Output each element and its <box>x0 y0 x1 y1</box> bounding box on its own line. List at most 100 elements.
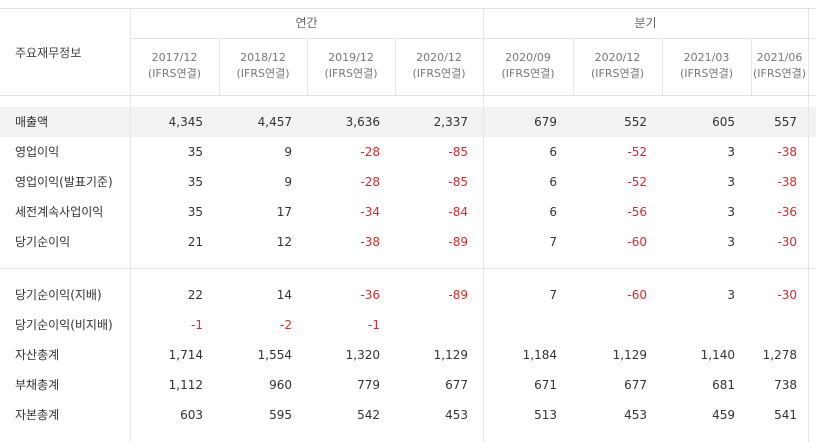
value-cell: 542 <box>357 408 380 422</box>
value-cell: 960 <box>269 378 292 392</box>
value-cell: -36 <box>777 205 797 219</box>
value-cell: -38 <box>360 235 380 249</box>
period-header: 2019/12 (IFRS연결) <box>307 50 395 82</box>
value-cell: 1,184 <box>522 348 557 362</box>
value-cell: 677 <box>445 378 468 392</box>
value-cell: 1,554 <box>257 348 292 362</box>
period-header: 2021/06 (IFRS연결) <box>751 50 808 82</box>
value-cell: 2,337 <box>433 115 468 129</box>
value-cell: 513 <box>534 408 557 422</box>
period-basis: (IFRS연결) <box>501 67 555 80</box>
value-cell: 671 <box>534 378 557 392</box>
value-cell: 6 <box>549 145 557 159</box>
value-cell: 35 <box>187 205 203 219</box>
period-date: 2019/12 <box>328 51 374 64</box>
value-cell: -89 <box>448 288 468 302</box>
value-cell: 679 <box>534 115 557 129</box>
header-divider <box>130 38 816 39</box>
value-cell: 595 <box>269 408 292 422</box>
period-header: 2021/03 (IFRS연결) <box>662 50 751 82</box>
value-cell: 453 <box>624 408 647 422</box>
value-cell: -52 <box>627 145 647 159</box>
value-cell: -89 <box>448 235 468 249</box>
row-label: 자산총계 <box>15 348 60 362</box>
value-cell: 779 <box>357 378 380 392</box>
value-cell: 1,129 <box>612 348 647 362</box>
value-cell: -30 <box>777 288 797 302</box>
period-date: 2020/12 <box>416 51 462 64</box>
group-header-quarter: 분기 <box>634 16 657 30</box>
value-cell: 22 <box>187 288 203 302</box>
row-label: 당기순이익 <box>15 235 71 249</box>
value-cell: -2 <box>280 318 292 332</box>
value-cell: 557 <box>774 115 797 129</box>
period-date: 2020/12 <box>594 51 641 64</box>
period-header: 2020/09 (IFRS연결) <box>483 50 573 82</box>
value-cell: -84 <box>448 205 468 219</box>
row-label: 영업이익 <box>15 145 60 159</box>
period-date: 2017/12 <box>151 51 198 64</box>
row-label: 매출액 <box>15 115 49 129</box>
row-divider <box>0 8 816 9</box>
value-cell: -1 <box>368 318 380 332</box>
period-header: 2017/12 (IFRS연결) <box>130 50 219 82</box>
period-basis: (IFRS연결) <box>324 67 378 80</box>
period-basis: (IFRS연결) <box>236 67 290 80</box>
value-cell: 7 <box>549 235 557 249</box>
value-cell: -28 <box>360 145 380 159</box>
value-cell: -60 <box>627 288 647 302</box>
period-basis: (IFRS연결) <box>590 67 645 80</box>
value-cell: 603 <box>180 408 203 422</box>
value-cell: -56 <box>627 205 647 219</box>
row-label: 당기순이익(지배) <box>15 288 102 302</box>
value-cell: -28 <box>360 175 380 189</box>
value-cell: 21 <box>187 235 203 249</box>
row-label: 부채총계 <box>15 378 60 392</box>
row-divider <box>0 95 816 96</box>
period-header: 2018/12 (IFRS연결) <box>219 50 307 82</box>
period-date: 2021/03 <box>683 51 730 64</box>
value-cell: 6 <box>549 175 557 189</box>
value-cell: 35 <box>187 145 203 159</box>
period-date: 2020/09 <box>505 51 551 64</box>
value-cell: 738 <box>774 378 797 392</box>
value-cell: 541 <box>774 408 797 422</box>
column-divider <box>808 8 809 442</box>
value-cell: 1,714 <box>168 348 203 362</box>
value-cell: 677 <box>624 378 647 392</box>
row-label: 자본총계 <box>15 408 60 422</box>
corner-label: 주요재무정보 <box>15 46 82 60</box>
period-basis: (IFRS연결) <box>412 67 466 80</box>
value-cell: -34 <box>360 205 380 219</box>
period-header: 2020/12 (IFRS연결) <box>573 50 662 82</box>
period-basis: (IFRS연결) <box>679 67 734 80</box>
group-header-annual: 연간 <box>295 16 318 30</box>
period-header: 2020/12 (IFRS연결) <box>395 50 483 82</box>
row-divider <box>0 268 816 269</box>
period-basis: (IFRS연결) <box>752 67 807 80</box>
row-label: 세전계속사업이익 <box>15 205 104 219</box>
value-cell: -38 <box>777 145 797 159</box>
value-cell: 14 <box>276 288 292 302</box>
value-cell: -60 <box>627 235 647 249</box>
value-cell: 17 <box>276 205 292 219</box>
value-cell: 6 <box>549 205 557 219</box>
value-cell: 1,112 <box>168 378 203 392</box>
value-cell: -85 <box>448 175 468 189</box>
value-cell: -85 <box>448 145 468 159</box>
period-basis: (IFRS연결) <box>147 67 202 80</box>
period-date: 2018/12 <box>240 51 286 64</box>
value-cell: 7 <box>549 288 557 302</box>
value-cell: -1 <box>191 318 203 332</box>
period-date: 2021/06 <box>756 51 803 64</box>
value-cell: 4,345 <box>168 115 203 129</box>
value-cell: 12 <box>276 235 292 249</box>
value-cell: -38 <box>777 175 797 189</box>
row-label: 당기순이익(비지배) <box>15 318 113 332</box>
value-cell: 552 <box>624 115 647 129</box>
value-cell: 9 <box>284 145 292 159</box>
value-cell: 1,129 <box>433 348 468 362</box>
value-cell: 1,278 <box>762 348 797 362</box>
value-cell: 9 <box>284 175 292 189</box>
value-cell: 453 <box>445 408 468 422</box>
